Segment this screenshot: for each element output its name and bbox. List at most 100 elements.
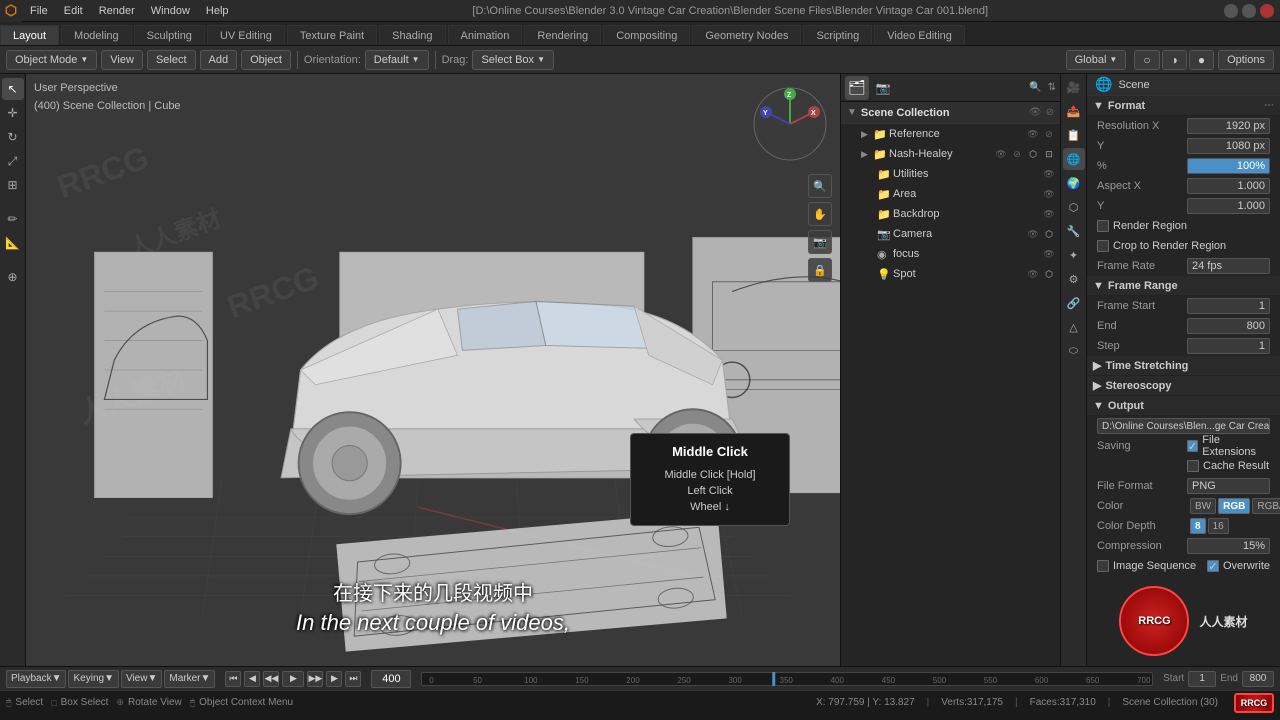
end-value-tl[interactable]: 800: [1242, 671, 1274, 687]
select-menu[interactable]: Select: [147, 50, 196, 70]
depth-16[interactable]: 16: [1208, 518, 1229, 534]
scene-properties-icon[interactable]: 🌐: [1063, 148, 1085, 170]
visibility-area[interactable]: 👁: [1042, 187, 1056, 201]
file-format-value[interactable]: PNG: [1187, 478, 1270, 494]
tree-item-backdrop[interactable]: 📁 Backdrop 👁: [841, 204, 1060, 224]
resolution-x-value[interactable]: 1920 px: [1187, 118, 1270, 134]
data-icon[interactable]: △: [1063, 316, 1085, 338]
visibility-spot[interactable]: 👁: [1026, 267, 1040, 281]
tab-texture-paint[interactable]: Texture Paint: [287, 25, 377, 45]
jump-end-button[interactable]: ⏭: [345, 671, 361, 687]
render-region-checkbox[interactable]: [1097, 220, 1109, 232]
tab-layout[interactable]: Layout: [0, 25, 59, 45]
tree-item-focus[interactable]: ◉ focus 👁: [841, 244, 1060, 264]
close-button[interactable]: [1260, 4, 1274, 18]
output-path-value[interactable]: D:\Online Courses\Blen...ge Car Creation…: [1097, 418, 1270, 434]
tool-measure[interactable]: 📐: [2, 232, 24, 254]
tab-animation[interactable]: Animation: [448, 25, 523, 45]
render-properties-icon[interactable]: 🎥: [1063, 76, 1085, 98]
viewport-shading-solid[interactable]: ○: [1134, 50, 1159, 70]
scene-icon[interactable]: 🗂: [845, 76, 869, 100]
options-button[interactable]: Options: [1218, 50, 1274, 70]
end-value[interactable]: 800: [1187, 318, 1270, 334]
color-rgb[interactable]: RGB: [1218, 498, 1250, 514]
crop-checkbox[interactable]: [1097, 240, 1109, 252]
start-value[interactable]: 1: [1188, 671, 1216, 687]
playback-menu[interactable]: Playback▼: [6, 670, 66, 688]
tab-compositing[interactable]: Compositing: [603, 25, 690, 45]
timeline-scrubber[interactable]: 0 50 100 150 200 250 300 350 400 450 500…: [421, 672, 1153, 686]
cache-check[interactable]: Cache Result: [1187, 460, 1269, 472]
tree-item-camera[interactable]: 📷 Camera 👁 ⬡: [841, 224, 1060, 244]
tree-item-utilities[interactable]: 📁 Utilities 👁: [841, 164, 1060, 184]
tool-rotate[interactable]: ↻: [2, 126, 24, 148]
particles-icon[interactable]: ✦: [1063, 244, 1085, 266]
material-icon[interactable]: ⬭: [1063, 340, 1085, 362]
3d-viewport[interactable]: RRCG 人人素材 RRCG 人人素材 RRCG User Perspectiv…: [26, 74, 840, 666]
exclude-nashhealey[interactable]: ⊘: [1010, 147, 1024, 161]
view-layer-props-icon[interactable]: 📋: [1063, 124, 1085, 146]
tab-geometry-nodes[interactable]: Geometry Nodes: [692, 25, 801, 45]
visibility-focus[interactable]: 👁: [1042, 247, 1056, 261]
minimize-button[interactable]: [1224, 4, 1238, 18]
menu-edit[interactable]: Edit: [56, 0, 91, 21]
camera-view-icon[interactable]: 📷: [808, 230, 832, 254]
viewport-shading-rendered[interactable]: ●: [1189, 50, 1214, 70]
time-stretching-header[interactable]: ▶ Time Stretching: [1087, 356, 1280, 376]
global-dropdown[interactable]: Global ▼: [1066, 50, 1127, 70]
depth-8[interactable]: 8: [1190, 518, 1206, 534]
tab-uv-editing[interactable]: UV Editing: [207, 25, 285, 45]
jump-start-button[interactable]: ⏮: [225, 671, 241, 687]
visibility-camera[interactable]: 👁: [1026, 227, 1040, 241]
tree-item-area[interactable]: 📁 Area 👁: [841, 184, 1060, 204]
overwrite-checkbox[interactable]: ✓: [1207, 560, 1219, 572]
view-menu[interactable]: View: [101, 50, 143, 70]
filter-icon[interactable]: 🔍: [1029, 82, 1041, 93]
overwrite-check[interactable]: ✓ Overwrite: [1207, 560, 1270, 572]
format-options-icon[interactable]: ⋯: [1264, 100, 1274, 111]
tree-item-reference[interactable]: ▶ 📁 Reference 👁 ⊘: [841, 124, 1060, 144]
step-value[interactable]: 1: [1187, 338, 1270, 354]
exclude-reference[interactable]: ⊘: [1042, 127, 1056, 141]
visibility-reference[interactable]: 👁: [1026, 127, 1040, 141]
tool-annotate[interactable]: ✏: [2, 208, 24, 230]
play-forward-button[interactable]: ▶▶: [307, 671, 323, 687]
tree-item-spot[interactable]: 💡 Spot 👁 ⬡: [841, 264, 1060, 284]
visibility-backdrop[interactable]: 👁: [1042, 207, 1056, 221]
menu-render[interactable]: Render: [91, 0, 143, 21]
crop-check[interactable]: Crop to Render Region: [1097, 240, 1226, 252]
add-menu[interactable]: Add: [200, 50, 238, 70]
compression-value[interactable]: 15%: [1187, 538, 1270, 554]
tab-scripting[interactable]: Scripting: [803, 25, 872, 45]
tab-shading[interactable]: Shading: [379, 25, 445, 45]
tab-sculpting[interactable]: Sculpting: [134, 25, 205, 45]
marker-menu[interactable]: Marker▼: [164, 670, 215, 688]
step-forward-button[interactable]: ▶: [326, 671, 342, 687]
keying-menu[interactable]: Keying▼: [68, 670, 118, 688]
tool-cursor[interactable]: ⊕: [2, 266, 24, 288]
stereoscopy-header[interactable]: ▶ Stereoscopy: [1087, 376, 1280, 396]
step-back-button[interactable]: ◀: [244, 671, 260, 687]
menu-file[interactable]: File: [22, 0, 56, 21]
eye-icon[interactable]: 👁: [1029, 107, 1042, 118]
tool-select[interactable]: ↖: [2, 78, 24, 100]
menu-window[interactable]: Window: [143, 0, 198, 21]
play-pause-button[interactable]: ▶: [282, 671, 304, 687]
visibility-utilities[interactable]: 👁: [1042, 167, 1056, 181]
play-back-button[interactable]: ◀◀: [263, 671, 279, 687]
current-frame-input[interactable]: 400: [371, 670, 411, 688]
tool-move[interactable]: ✛: [2, 102, 24, 124]
maximize-button[interactable]: [1242, 4, 1256, 18]
view-timeline-menu[interactable]: View▼: [121, 670, 162, 688]
zoom-icon[interactable]: 🔍: [808, 174, 832, 198]
viewport-shading-material[interactable]: ◑: [1162, 50, 1187, 70]
tree-item-nashhealey[interactable]: ▶ 📁 Nash-Healey 👁 ⊘ ⬡ ⊡: [841, 144, 1060, 164]
sort-icon[interactable]: ⇅: [1048, 82, 1056, 93]
tab-rendering[interactable]: Rendering: [524, 25, 601, 45]
lock-icon[interactable]: 🔒: [808, 258, 832, 282]
frame-range-section-header[interactable]: ▼ Frame Range: [1087, 276, 1280, 296]
output-section-header[interactable]: ▼ Output: [1087, 396, 1280, 416]
aspect-y-value[interactable]: 1.000: [1187, 198, 1270, 214]
pan-icon[interactable]: ✋: [808, 202, 832, 226]
object-properties-icon[interactable]: ⬡: [1063, 196, 1085, 218]
